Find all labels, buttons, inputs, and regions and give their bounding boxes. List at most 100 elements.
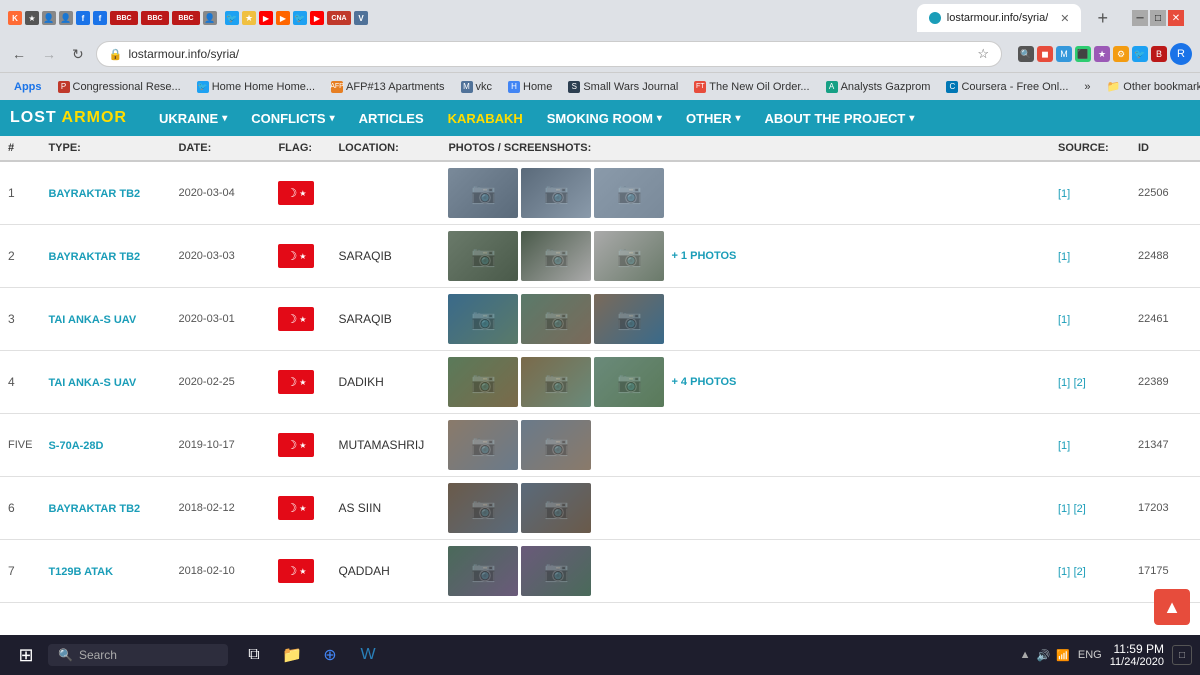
- favicon-bbc3[interactable]: BBC: [172, 11, 200, 25]
- nav-about-project[interactable]: ABOUT THE PROJECT ▾: [752, 100, 926, 136]
- ext-icon-2[interactable]: ◼: [1037, 46, 1053, 62]
- favicon-cna[interactable]: CNA: [327, 11, 351, 25]
- start-button[interactable]: ⊞: [8, 637, 44, 673]
- nav-refresh-button[interactable]: ↻: [68, 44, 88, 65]
- row-type[interactable]: BAYRAKTAR TB2: [40, 225, 170, 288]
- favicon-person3[interactable]: 👤: [203, 11, 217, 25]
- maximize-button[interactable]: □: [1150, 10, 1166, 26]
- photo-thumbnail[interactable]: 📷: [448, 294, 518, 344]
- bookmark-more[interactable]: »: [1078, 79, 1096, 95]
- photo-thumbnail[interactable]: 📷: [594, 231, 664, 281]
- taskbar-search-box[interactable]: 🔍 Search: [48, 644, 228, 666]
- favicon-person2[interactable]: 👤: [59, 11, 73, 25]
- ext-icon-5[interactable]: ★: [1094, 46, 1110, 62]
- close-button[interactable]: ✕: [1168, 10, 1184, 26]
- row-type[interactable]: S-70A-28D: [40, 414, 170, 477]
- nav-articles[interactable]: ARTICLES: [347, 100, 436, 136]
- photo-thumbnail[interactable]: 📷: [521, 420, 591, 470]
- photo-thumbnail[interactable]: 📷: [448, 357, 518, 407]
- photo-thumbnail[interactable]: 📷: [448, 483, 518, 533]
- bookmark-analysts[interactable]: AAnalysts Gazprom: [820, 79, 937, 95]
- photo-thumbnail[interactable]: 📷: [594, 294, 664, 344]
- notification-button[interactable]: □: [1172, 645, 1192, 665]
- bookmark-apps[interactable]: Apps: [8, 79, 48, 95]
- photo-thumbnail[interactable]: 📷: [521, 168, 591, 218]
- favicon-f1[interactable]: f: [76, 11, 90, 25]
- active-tab[interactable]: lostarmour.info/syria/ ✕: [917, 4, 1082, 32]
- ext-icon-1[interactable]: 🔍: [1018, 46, 1034, 62]
- more-photos-link[interactable]: + 4 PHOTOS: [671, 376, 736, 388]
- photo-thumbnail[interactable]: 📷: [448, 546, 518, 596]
- site-logo[interactable]: LOST ARMOR: [10, 109, 127, 127]
- nav-back-button[interactable]: ←: [8, 44, 30, 64]
- more-photos-link[interactable]: + 1 PHOTOS: [671, 250, 736, 262]
- source-link[interactable]: [1]: [1058, 314, 1070, 326]
- photo-thumbnail[interactable]: 📷: [448, 231, 518, 281]
- favicon-person[interactable]: 👤: [42, 11, 56, 25]
- nav-forward-button[interactable]: →: [38, 44, 60, 64]
- photo-thumbnail[interactable]: 📷: [448, 168, 518, 218]
- favicon-yt1[interactable]: ▶: [259, 11, 273, 25]
- photo-thumbnail[interactable]: 📷: [521, 294, 591, 344]
- ext-icon-6[interactable]: ⚙: [1113, 46, 1129, 62]
- source-link[interactable]: [1]: [1058, 566, 1070, 578]
- tray-up-arrow[interactable]: ▲: [1020, 649, 1031, 661]
- favicon-star[interactable]: ★: [242, 11, 256, 25]
- favicon-f2[interactable]: f: [93, 11, 107, 25]
- bookmark-home1[interactable]: 🐦Home Home Home...: [191, 79, 321, 95]
- photo-thumbnail[interactable]: 📷: [521, 357, 591, 407]
- address-bar[interactable]: 🔒 lostarmour.info/syria/ ☆: [96, 41, 1002, 67]
- bookmark-congressional[interactable]: PCongressional Rese...: [52, 79, 187, 95]
- favicon-bbc[interactable]: BBC: [110, 11, 138, 25]
- bookmark-oil[interactable]: FTThe New Oil Order...: [688, 79, 815, 95]
- clock-display[interactable]: 11:59 PM 11/24/2020: [1110, 642, 1164, 668]
- source-link[interactable]: [2]: [1074, 377, 1086, 389]
- type-link[interactable]: TAI ANKA-S UAV: [48, 314, 136, 326]
- tray-network-icon[interactable]: 📶: [1056, 649, 1070, 662]
- ext-icon-3[interactable]: M: [1056, 46, 1072, 62]
- photo-thumbnail[interactable]: 📷: [448, 420, 518, 470]
- ext-icon-8[interactable]: B: [1151, 46, 1167, 62]
- nav-conflicts[interactable]: CONFLICTS ▾: [239, 100, 346, 136]
- type-link[interactable]: BAYRAKTAR TB2: [48, 503, 140, 515]
- type-link[interactable]: S-70A-28D: [48, 440, 103, 452]
- row-type[interactable]: BAYRAKTAR TB2: [40, 477, 170, 540]
- taskbar-file-explorer-icon[interactable]: 📁: [274, 637, 310, 673]
- favicon-bbc2[interactable]: BBC: [141, 11, 169, 25]
- bookmark-other[interactable]: 📁 Other bookmarks: [1101, 78, 1200, 95]
- photo-thumbnail[interactable]: 📷: [521, 231, 591, 281]
- nav-smoking-room[interactable]: SMOKING ROOM ▾: [535, 100, 674, 136]
- row-type[interactable]: BAYRAKTAR TB2: [40, 161, 170, 225]
- nav-other[interactable]: OTHER ▾: [674, 100, 753, 136]
- back-to-top-button[interactable]: ▲: [1154, 589, 1190, 625]
- taskbar-multitasking-icon[interactable]: ⧉: [236, 637, 272, 673]
- bookmark-afp[interactable]: AFPAFP#13 Apartments: [325, 79, 450, 95]
- favicon-b1[interactable]: ★: [25, 11, 39, 25]
- source-link[interactable]: [2]: [1074, 566, 1086, 578]
- tab-close-btn[interactable]: ✕: [1060, 12, 1069, 25]
- minimize-button[interactable]: ─: [1132, 10, 1148, 26]
- row-type[interactable]: T129B ATAK: [40, 540, 170, 603]
- bookmark-coursera[interactable]: CCoursera - Free Onl...: [940, 79, 1074, 95]
- type-link[interactable]: BAYRAKTAR TB2: [48, 251, 140, 263]
- nav-karabakh[interactable]: KARABAKH: [436, 100, 535, 136]
- type-link[interactable]: TAI ANKA-S UAV: [48, 377, 136, 389]
- photo-thumbnail[interactable]: 📷: [594, 357, 664, 407]
- photo-thumbnail[interactable]: 📷: [521, 483, 591, 533]
- photo-thumbnail[interactable]: 📷: [521, 546, 591, 596]
- nav-ukraine[interactable]: UKRAINE ▾: [147, 100, 239, 136]
- favicon-tw2[interactable]: 🐦: [293, 11, 307, 25]
- bookmark-vkc[interactable]: Mvkc: [455, 79, 499, 95]
- source-link[interactable]: [1]: [1058, 188, 1070, 200]
- row-type[interactable]: TAI ANKA-S UAV: [40, 288, 170, 351]
- tray-speaker-icon[interactable]: 🔊: [1037, 649, 1051, 662]
- favicon-tw1[interactable]: 🐦: [225, 11, 239, 25]
- bookmark-home2[interactable]: HHome: [502, 79, 558, 95]
- favicon-k[interactable]: K: [8, 11, 22, 25]
- ext-icon-7[interactable]: 🐦: [1132, 46, 1148, 62]
- bookmark-swj[interactable]: SSmall Wars Journal: [562, 79, 684, 95]
- source-link[interactable]: [1]: [1058, 503, 1070, 515]
- type-link[interactable]: BAYRAKTAR TB2: [48, 188, 140, 200]
- source-link[interactable]: [1]: [1058, 377, 1070, 389]
- favicon-yt3[interactable]: ▶: [310, 11, 324, 25]
